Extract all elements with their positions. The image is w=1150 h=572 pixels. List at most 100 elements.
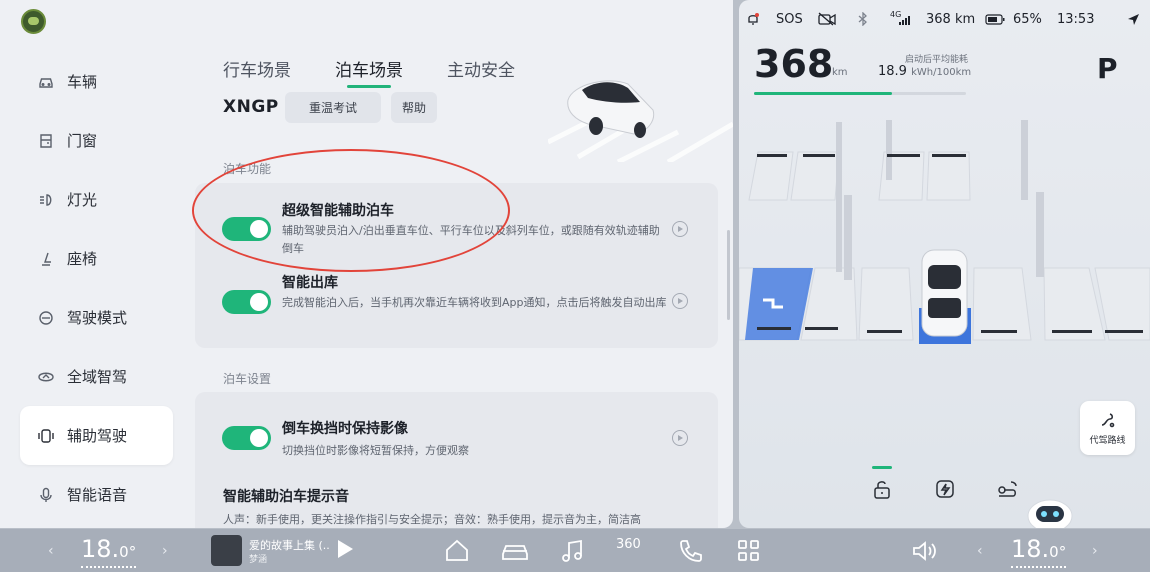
settings-panel: 车辆 门窗 灯光 座椅 驾驶模式 全域智驾 辅助驾驶 智能语音 行车场景 泊车场… (0, 0, 733, 528)
sidebar-item-label: 灯光 (67, 191, 98, 209)
help-button[interactable]: 帮助 (391, 92, 437, 123)
driving-route-label: 代驾路线 (1089, 436, 1126, 446)
temp-underline (81, 566, 137, 568)
right-temp-deg: ° (1058, 543, 1067, 561)
sidebar-item-drive-mode[interactable]: 驾驶模式 (20, 288, 173, 347)
charge-icon[interactable] (934, 478, 956, 500)
car-dock-icon[interactable] (500, 537, 528, 565)
right-temperature[interactable]: 18.0° (1011, 535, 1067, 568)
door-icon (37, 132, 55, 150)
lock-icon[interactable] (871, 478, 893, 500)
right-temp-int: 18. (1011, 535, 1050, 563)
keep-image-row[interactable]: 倒车换挡时保持影像 切换挡位时影像将短暂保持，方便观察 (195, 392, 718, 470)
sidebar-item-label: 辅助驾驶 (67, 427, 128, 445)
parking-sound-description: 人声：新手使用，更关注操作指引与安全提示；音效：熟手使用，提示音为主，简洁高 (223, 513, 641, 526)
song-title[interactable]: 爱的故事上集 (.. (249, 537, 330, 553)
sidebar-item-label: 门窗 (67, 132, 98, 150)
row-title: 倒车换挡时保持影像 (282, 421, 408, 437)
gear-indicator: P (1097, 52, 1118, 85)
row-description: 辅助驾驶员泊入/泊出垂直车位、平行车位以及斜列车位，或跟随有效轨迹辅助倒车 (282, 224, 660, 255)
sidebar-item-label: 车辆 (67, 73, 98, 91)
ego-car (921, 249, 968, 337)
sidebar-item-doors[interactable]: 门窗 (20, 111, 173, 170)
driving-route-button[interactable]: 代驾路线 (1080, 401, 1135, 455)
keep-image-toggle[interactable] (222, 426, 271, 450)
parking-settings-card: 倒车换挡时保持影像 切换挡位时影像将短暂保持，方便观察 智能辅助泊车提示音 人声… (195, 392, 718, 528)
album-cover[interactable] (211, 535, 242, 566)
notification-bell-icon[interactable] (746, 12, 760, 26)
volume-icon[interactable] (910, 537, 938, 565)
smart-exit-toggle[interactable] (222, 290, 271, 314)
smart-drive-icon (37, 368, 55, 386)
microphone-icon (37, 486, 55, 504)
chevron-right-icon[interactable] (672, 293, 688, 309)
scene-tabs: 行车场景 泊车场景 主动安全 (223, 56, 559, 88)
battery-icon (985, 14, 1005, 29)
sidebar-item-assist-drive[interactable]: 辅助驾驶 (20, 406, 173, 465)
temp-underline (1011, 566, 1067, 568)
tab-label: 泊车场景 (335, 61, 403, 81)
row-title: 超级智能辅助泊车 (282, 203, 394, 219)
row-description: 切换挡位时影像将短暂保持，方便观察 (282, 444, 469, 457)
seat-icon (37, 250, 55, 268)
song-artist: 梦涵 (249, 555, 268, 565)
camera-360-label: 360 (616, 537, 641, 552)
phone-icon[interactable] (677, 537, 705, 565)
row-title: 智能出库 (282, 275, 338, 291)
status-bar: SOS 4G 368 km 65% 13:53 (739, 10, 1150, 32)
super-smart-parking-row[interactable]: 超级智能辅助泊车 辅助驾驶员泊入/泊出垂直车位、平行车位以及斜列车位，或跟随有效… (195, 183, 718, 269)
efficiency-value: 18.9 (878, 64, 907, 79)
scrollbar[interactable] (727, 230, 730, 320)
play-icon[interactable] (338, 540, 353, 558)
super-smart-parking-toggle[interactable] (222, 217, 271, 241)
bottom-dock: ‹ 18.0° › 爱的故事上集 (.. 梦涵 360 ‹ 18.0° › (0, 529, 1150, 572)
temp-increase-left-icon[interactable]: › (162, 543, 168, 559)
left-temp-int: 18. (81, 535, 120, 563)
left-temp-deg: ° (128, 543, 137, 561)
camera-360-icon[interactable]: 360 (616, 537, 650, 565)
user-avatar[interactable] (21, 9, 46, 34)
section-label-parking-settings: 泊车设置 (223, 372, 272, 386)
temp-increase-right-icon[interactable]: › (1092, 543, 1098, 559)
home-icon[interactable] (443, 537, 471, 565)
sidebar-item-voice[interactable]: 智能语音 (20, 465, 173, 524)
assist-drive-icon (37, 427, 55, 445)
sidebar-item-label: 智能语音 (67, 486, 128, 504)
tab-active-safety[interactable]: 主动安全 (447, 56, 515, 88)
range-unit: km (832, 67, 848, 78)
chevron-right-icon[interactable] (672, 221, 688, 237)
efficiency-unit: kWh/100km (911, 67, 972, 78)
right-temp-dec: 0 (1049, 543, 1059, 561)
drive-mode-icon (37, 309, 55, 327)
apps-grid-icon[interactable] (735, 537, 763, 565)
remote-park-icon[interactable] (996, 478, 1018, 500)
music-icon[interactable] (559, 537, 587, 565)
tab-parking-scene[interactable]: 泊车场景 (335, 56, 403, 88)
headlight-icon (37, 191, 55, 209)
sidebar-item-label: 座椅 (67, 250, 98, 268)
temp-decrease-left-icon[interactable]: ‹ (48, 543, 54, 559)
section-label-parking-functions: 泊车功能 (223, 162, 272, 176)
review-exam-button[interactable]: 重温考试 (285, 92, 381, 123)
parking-sound-title[interactable]: 智能辅助泊车提示音 (223, 486, 349, 506)
row-description: 完成智能泊入后，当手机再次靠近车辆将收到App通知，点击后将触发自动出库 (282, 296, 667, 309)
signal-strength-icon (898, 14, 910, 30)
battery-percent: 65% (1013, 12, 1042, 27)
assistant-robot-icon[interactable] (1022, 496, 1078, 528)
sos-label[interactable]: SOS (776, 12, 803, 27)
car-illustration (548, 80, 733, 162)
sidebar-item-seats[interactable]: 座椅 (20, 229, 173, 288)
settings-sidebar: 车辆 门窗 灯光 座椅 驾驶模式 全域智驾 辅助驾驶 智能语音 (20, 52, 173, 524)
chevron-right-icon[interactable] (672, 430, 688, 446)
status-range: 368 km (926, 12, 976, 27)
sidebar-item-lights[interactable]: 灯光 (20, 170, 173, 229)
smart-exit-row[interactable]: 智能出库 完成智能泊入后，当手机再次靠近车辆将收到App通知，点击后将触发自动出… (195, 269, 718, 348)
left-temp-dec: 0 (119, 543, 129, 561)
tab-driving-scene[interactable]: 行车场景 (223, 56, 291, 88)
sidebar-item-smart-drive[interactable]: 全域智驾 (20, 347, 173, 406)
sidebar-item-vehicle[interactable]: 车辆 (20, 52, 173, 111)
left-temperature[interactable]: 18.0° (81, 535, 137, 568)
range-bar (754, 92, 966, 95)
range-value: 368 (754, 42, 834, 86)
temp-decrease-right-icon[interactable]: ‹ (977, 543, 983, 559)
